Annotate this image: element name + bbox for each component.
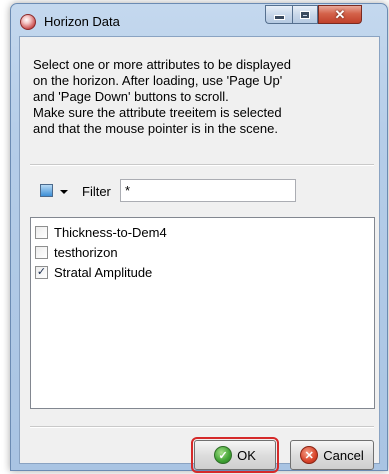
maximize-button[interactable] (292, 5, 318, 24)
app-logo-icon (20, 14, 36, 30)
cancel-x-icon: ✕ (300, 446, 319, 464)
divider (30, 426, 374, 428)
close-icon: ✕ (334, 6, 346, 22)
list-item[interactable]: testhorizon (35, 243, 118, 261)
cancel-button-label: Cancel (323, 447, 364, 463)
checkmark-icon: ✓ (214, 446, 233, 464)
chevron-down-icon[interactable] (60, 190, 68, 194)
minimize-button[interactable] (265, 5, 292, 24)
filter-input[interactable] (120, 179, 296, 202)
list-item[interactable]: ✓ Stratal Amplitude (35, 263, 152, 281)
list-item-label: Thickness-to-Dem4 (54, 224, 167, 240)
select-all-icon[interactable] (40, 184, 53, 197)
attribute-list[interactable]: Thickness-to-Dem4 testhorizon ✓ Stratal … (30, 217, 375, 409)
list-item[interactable]: Thickness-to-Dem4 (35, 223, 167, 241)
dialog-body: Select one or more attributes to be disp… (19, 36, 380, 473)
list-item-label: testhorizon (54, 244, 118, 260)
divider (30, 164, 374, 166)
instructions-text: Select one or more attributes to be disp… (33, 57, 291, 136)
checkbox[interactable] (35, 245, 48, 259)
horizon-data-dialog: Horizon Data ✕ Select one or more attrib… (10, 3, 388, 473)
window-title: Horizon Data (44, 14, 120, 29)
ok-button-label: OK (237, 447, 256, 463)
title-bar[interactable]: Horizon Data ✕ (11, 4, 387, 36)
cancel-button[interactable]: ✕ Cancel (290, 440, 374, 470)
ok-button[interactable]: ✓ OK (191, 437, 279, 473)
list-item-label: Stratal Amplitude (54, 264, 153, 280)
checkbox-checked[interactable]: ✓ (35, 265, 48, 279)
checkbox[interactable] (35, 225, 48, 239)
filter-label: Filter (82, 184, 111, 199)
minimize-icon (266, 6, 292, 23)
close-button[interactable]: ✕ (318, 5, 362, 24)
maximize-icon (293, 6, 317, 23)
